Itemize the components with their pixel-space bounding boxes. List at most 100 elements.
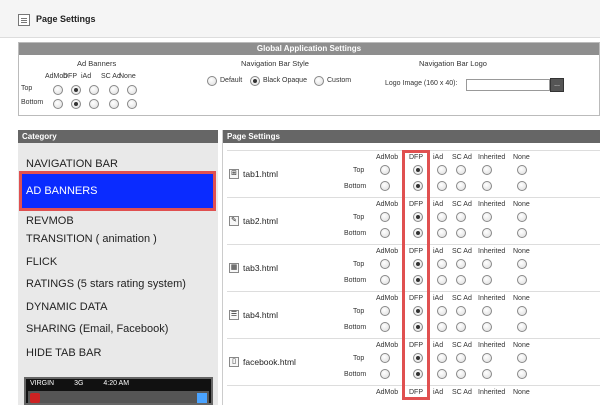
category-item-ad-banners[interactable]: AD BANNERS	[19, 171, 216, 211]
tab2-top-inherited-radio[interactable]	[482, 212, 492, 222]
tab4-top-admob-radio[interactable]	[380, 306, 390, 316]
category-item-hide-tab-bar[interactable]: HIDE TAB BAR	[26, 347, 101, 359]
ad-banners-top-admob-radio[interactable]	[53, 85, 63, 95]
page-title: Page Settings	[36, 14, 96, 24]
facebook-top-iad-radio[interactable]	[437, 353, 447, 363]
facebook-top-dfp-radio[interactable]	[413, 353, 423, 363]
tab4-bottom-dfp-radio[interactable]	[413, 322, 423, 332]
tab4-bottom-inherited-radio[interactable]	[482, 322, 492, 332]
category-item-revmob[interactable]: REVMOB	[26, 215, 74, 227]
tab1-top-none-radio[interactable]	[517, 165, 527, 175]
ad-banners-bottom-admob-radio[interactable]	[53, 99, 63, 109]
tab3-top-admob-radio[interactable]	[380, 259, 390, 269]
browse-button[interactable]: ...	[550, 78, 564, 92]
ad-banners-top-none-radio[interactable]	[127, 85, 137, 95]
category-item-ratings-5-stars-rating-system[interactable]: RATINGS (5 stars rating system)	[26, 278, 186, 290]
phone-time: 4:20 AM	[103, 380, 130, 387]
ad-banners-col-iad: iAd	[81, 73, 92, 80]
tab3-bottom-admob-radio[interactable]	[380, 275, 390, 285]
ad-banners-bottom-sc-ad-radio[interactable]	[109, 99, 119, 109]
tab1-top-iad-radio[interactable]	[437, 165, 447, 175]
tab3-top-inherited-radio[interactable]	[482, 259, 492, 269]
facebook-bottom-iad-radio[interactable]	[437, 369, 447, 379]
ad-banners-top-iad-radio[interactable]	[89, 85, 99, 95]
column-header-iad: iAd	[433, 342, 444, 349]
tab4-bottom-iad-radio[interactable]	[437, 322, 447, 332]
tab1-bottom-admob-radio[interactable]	[380, 181, 390, 191]
tab3-top-iad-radio[interactable]	[437, 259, 447, 269]
tab4-top-iad-radio[interactable]	[437, 306, 447, 316]
facebook-top-admob-radio[interactable]	[380, 353, 390, 363]
phone-status-bar: VIRGIN 3G 4:20 AM	[26, 379, 211, 389]
tab3-bottom-sc-ad-radio[interactable]	[456, 275, 466, 285]
tab4-top-sc-ad-radio[interactable]	[456, 306, 466, 316]
tab1-bottom-none-radio[interactable]	[517, 181, 527, 191]
nav-style-black-opaque-radio[interactable]	[250, 76, 260, 86]
column-header-none: None	[513, 342, 530, 349]
column-header-sc-ad: SC Ad	[452, 342, 472, 349]
tab3-top-none-radio[interactable]	[517, 259, 527, 269]
category-item-sharing-email-facebook[interactable]: SHARING (Email, Facebook)	[26, 323, 168, 335]
tab1-top-dfp-radio[interactable]	[413, 165, 423, 175]
column-header-admob: AdMob	[376, 295, 399, 302]
facebook-top-sc-ad-radio[interactable]	[456, 353, 466, 363]
tab2-top-dfp-radio[interactable]	[413, 212, 423, 222]
category-item-flick[interactable]: FLICK	[26, 256, 57, 268]
facebook-bottom-admob-radio[interactable]	[380, 369, 390, 379]
tab3-top-sc-ad-radio[interactable]	[456, 259, 466, 269]
tab4-top-none-radio[interactable]	[517, 306, 527, 316]
tab1-bottom-sc-ad-radio[interactable]	[456, 181, 466, 191]
tab2-top-sc-ad-radio[interactable]	[456, 212, 466, 222]
facebook-bottom-dfp-radio[interactable]	[413, 369, 423, 379]
ad-banners-row-bottom: Bottom	[21, 99, 44, 106]
tab2-bottom-iad-radio[interactable]	[437, 228, 447, 238]
tab1-top-sc-ad-radio[interactable]	[456, 165, 466, 175]
position-label-top: Top	[353, 214, 365, 221]
tab4-bottom-admob-radio[interactable]	[380, 322, 390, 332]
facebook-bottom-inherited-radio[interactable]	[482, 369, 492, 379]
ad-banners-bottom-none-radio[interactable]	[127, 99, 137, 109]
tab1-bottom-iad-radio[interactable]	[437, 181, 447, 191]
tab3-bottom-iad-radio[interactable]	[437, 275, 447, 285]
column-header-inherited: Inherited	[478, 201, 506, 208]
tab1-bottom-dfp-radio[interactable]	[413, 181, 423, 191]
tab1-bottom-inherited-radio[interactable]	[482, 181, 492, 191]
tab4-bottom-none-radio[interactable]	[517, 322, 527, 332]
tab4-top-dfp-radio[interactable]	[413, 306, 423, 316]
tab4-bottom-sc-ad-radio[interactable]	[456, 322, 466, 332]
ad-banners-bottom-iad-radio[interactable]	[89, 99, 99, 109]
category-item-navigation-bar[interactable]: NAVIGATION BAR	[26, 158, 118, 170]
ad-banners-top-sc-ad-radio[interactable]	[109, 85, 119, 95]
column-header-sc-ad: SC Ad	[452, 295, 472, 302]
tab1-top-admob-radio[interactable]	[380, 165, 390, 175]
facebook-bottom-none-radio[interactable]	[517, 369, 527, 379]
tab2-bottom-none-radio[interactable]	[517, 228, 527, 238]
tab3-bottom-inherited-radio[interactable]	[482, 275, 492, 285]
category-panel: Category VIRGIN 3G 4:20 AM NAVIGATION BA…	[18, 130, 218, 405]
tab2-bottom-dfp-radio[interactable]	[413, 228, 423, 238]
tab2-top-iad-radio[interactable]	[437, 212, 447, 222]
facebook-bottom-sc-ad-radio[interactable]	[456, 369, 466, 379]
tab2-top-admob-radio[interactable]	[380, 212, 390, 222]
facebook-top-none-radio[interactable]	[517, 353, 527, 363]
tab2-bottom-sc-ad-radio[interactable]	[456, 228, 466, 238]
tab3-bottom-none-radio[interactable]	[517, 275, 527, 285]
nav-style-custom-radio[interactable]	[314, 76, 324, 86]
tab1-top-inherited-radio[interactable]	[482, 165, 492, 175]
column-header-dfp: DFP	[409, 389, 423, 396]
tab4-top-inherited-radio[interactable]	[482, 306, 492, 316]
category-item-transition-animation[interactable]: TRANSITION ( animation )	[26, 233, 157, 245]
tab2-bottom-admob-radio[interactable]	[380, 228, 390, 238]
ad-banners-top-dfp-radio[interactable]	[71, 85, 81, 95]
tab3-top-dfp-radio[interactable]	[413, 259, 423, 269]
column-header-sc-ad: SC Ad	[452, 154, 472, 161]
logo-image-input[interactable]	[466, 79, 550, 91]
facebook-top-inherited-radio[interactable]	[482, 353, 492, 363]
column-header-iad: iAd	[433, 389, 444, 396]
category-item-dynamic-data[interactable]: DYNAMIC DATA	[26, 301, 108, 313]
tab2-top-none-radio[interactable]	[517, 212, 527, 222]
ad-banners-bottom-dfp-radio[interactable]	[71, 99, 81, 109]
nav-style-default-radio[interactable]	[207, 76, 217, 86]
tab3-bottom-dfp-radio[interactable]	[413, 275, 423, 285]
tab2-bottom-inherited-radio[interactable]	[482, 228, 492, 238]
